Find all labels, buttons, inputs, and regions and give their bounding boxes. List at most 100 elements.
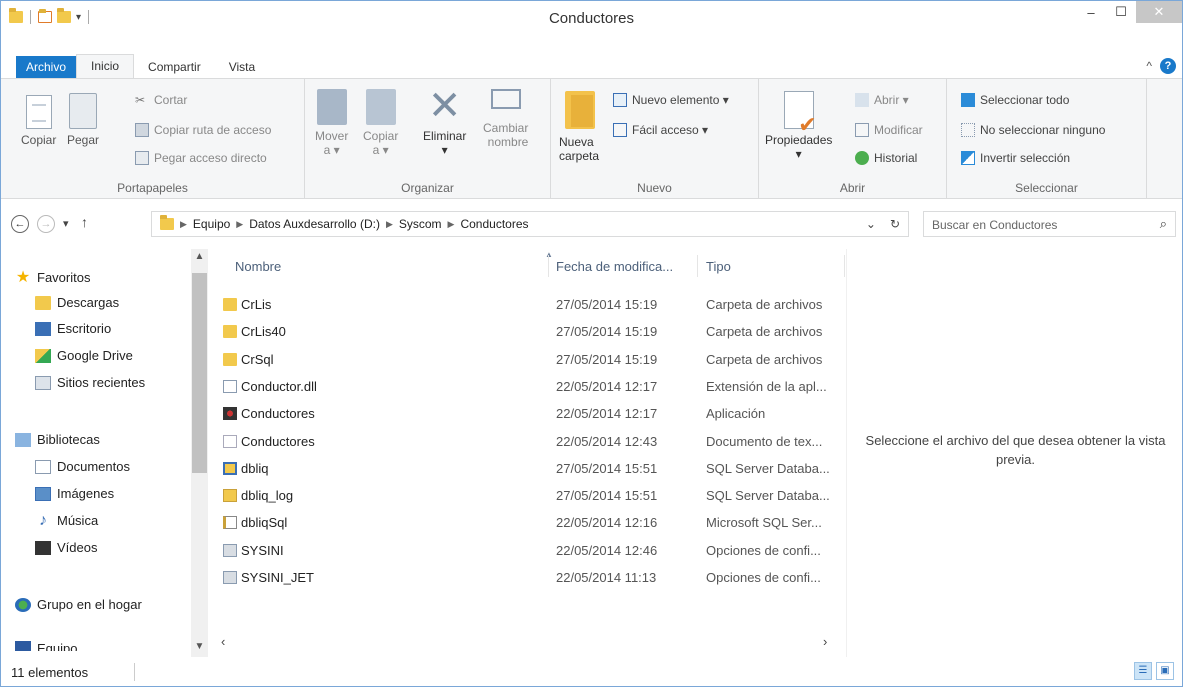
large-icons-view-icon[interactable]: ▣ <box>1156 662 1174 680</box>
new-item-button[interactable]: Nuevo elemento ▾ <box>613 93 729 107</box>
refresh-icon[interactable]: ↻ <box>890 217 900 231</box>
copy-to-button[interactable]: Copiar a ▾ <box>363 89 398 157</box>
nav-escritorio[interactable]: Escritorio <box>35 321 111 336</box>
search-input[interactable]: Buscar en Conductores ⌕ <box>923 211 1176 237</box>
tab-compartir[interactable]: Compartir <box>134 56 215 78</box>
easy-access-icon <box>613 123 627 137</box>
group-label-abrir: Abrir <box>839 181 866 195</box>
table-row[interactable]: Conductores 22/05/2014 12:17 Aplicación <box>215 400 845 426</box>
file-type: SQL Server Databa... <box>706 488 830 504</box>
forward-button[interactable]: → <box>37 215 55 233</box>
nav-favoritos[interactable]: ★ Favoritos <box>15 267 91 287</box>
nav-videos[interactable]: Vídeos <box>35 540 97 555</box>
paste-shortcut-button[interactable]: Pegar acceso directo <box>135 151 267 165</box>
group-label-nuevo: Nuevo <box>637 181 672 195</box>
group-label-seleccionar: Seleccionar <box>1015 181 1078 195</box>
tab-vista[interactable]: Vista <box>215 56 269 78</box>
move-to-icon <box>316 89 347 125</box>
properties-button[interactable]: Propiedades ▾ <box>765 91 832 161</box>
close-button[interactable]: ✕ <box>1136 1 1182 23</box>
maximize-button[interactable]: ☐ <box>1106 1 1136 23</box>
file-date: 22/05/2014 12:17 <box>556 378 658 394</box>
view-buttons: ☰ ▣ <box>1134 662 1174 680</box>
nav-scrollbar-thumb[interactable] <box>192 273 207 473</box>
chevron-right-icon: ▶ <box>236 218 244 229</box>
column-header-type[interactable]: Tipo <box>706 259 731 274</box>
nav-descargas[interactable]: Descargas <box>35 295 119 310</box>
table-row[interactable]: dbliqSql 22/05/2014 12:16 Microsoft SQL Se… <box>215 509 845 535</box>
up-button[interactable]: ↑ <box>81 214 88 230</box>
horizontal-scrollbar[interactable]: ‹ › <box>215 633 845 651</box>
table-row[interactable]: CrLis 27/05/2014 15:19 Carpeta de archivos <box>215 291 845 317</box>
copy-path-button[interactable]: Copiar ruta de acceso <box>135 123 271 137</box>
nav-bibliotecas[interactable]: Bibliotecas <box>15 432 100 447</box>
breadcrumb-equipo[interactable]: Equipo <box>193 217 230 231</box>
nav-scrollbar[interactable]: ▲ ▼ <box>191 249 208 657</box>
table-row[interactable]: Conductores 22/05/2014 12:43 Documento de … <box>215 428 845 454</box>
copy-button[interactable]: Copiar <box>21 95 56 147</box>
tab-inicio[interactable]: Inicio <box>76 54 135 78</box>
rename-button[interactable]: Cambiar nombre <box>483 89 528 149</box>
table-row[interactable]: SYSINI 22/05/2014 12:46 Opciones de confi.… <box>215 537 845 563</box>
search-icon[interactable]: ⌕ <box>1160 216 1167 232</box>
folder-icon <box>223 352 237 366</box>
column-header-date[interactable]: Fecha de modifica... <box>556 259 673 274</box>
open-icon <box>855 93 869 107</box>
collapse-ribbon-icon[interactable]: ^ <box>1146 59 1152 73</box>
select-all-button[interactable]: Seleccionar todo <box>961 93 1069 107</box>
cut-button[interactable]: ✂ Cortar <box>135 93 187 107</box>
group-portapapeles: Copiar Pegar ✂ Cortar Copiar ruta de acc… <box>1 79 305 199</box>
back-button[interactable]: ← <box>11 215 29 233</box>
file-date: 27/05/2014 15:19 <box>556 324 658 340</box>
breadcrumb-syscom[interactable]: Syscom <box>399 217 442 231</box>
nav-musica[interactable]: ♪ Música <box>35 512 98 528</box>
scroll-down-icon[interactable]: ▼ <box>191 641 208 652</box>
tab-archivo[interactable]: Archivo <box>16 56 77 78</box>
file-date: 27/05/2014 15:19 <box>556 297 658 312</box>
nav-sitios-recientes[interactable]: Sitios recientes <box>35 375 145 390</box>
documents-icon <box>35 459 51 474</box>
details-view-icon[interactable]: ☰ <box>1134 662 1152 680</box>
edit-button[interactable]: Modificar <box>855 123 923 137</box>
table-row[interactable]: CrLis40 27/05/2014 15:19 Carpeta de archiv… <box>215 318 845 344</box>
paste-button[interactable]: Pegar <box>67 93 99 147</box>
help-icon[interactable]: ? <box>1160 58 1176 74</box>
select-none-button[interactable]: No seleccionar ninguno <box>961 123 1105 137</box>
invert-selection-icon <box>961 151 975 165</box>
nav-equipo[interactable]: Equipo <box>15 641 77 651</box>
move-to-button[interactable]: Mover a ▾ <box>315 89 348 157</box>
select-none-icon <box>961 123 975 137</box>
nav-imagenes[interactable]: Imágenes <box>35 486 114 501</box>
open-button[interactable]: Abrir ▾ <box>855 93 909 107</box>
table-row[interactable]: CrSql 27/05/2014 15:19 Carpeta de archivos <box>215 346 845 372</box>
table-row[interactable]: dbliq 27/05/2014 15:51 SQL Server Databa..… <box>215 455 845 481</box>
nav-grupo-hogar[interactable]: Grupo en el hogar <box>15 597 142 612</box>
scroll-left-icon[interactable]: ‹ <box>221 634 225 649</box>
address-bar-row: ← → ▾ ↑ ▶ Equipo ▶ Datos Auxdesarrollo (… <box>1 207 1182 241</box>
new-folder-button[interactable]: Nueva carpeta <box>559 91 599 163</box>
table-row[interactable]: Conductor.dll 22/05/2014 12:17 Extensión d… <box>215 373 845 399</box>
folder-icon <box>223 325 237 339</box>
history-button[interactable]: Historial <box>855 151 917 165</box>
address-bar[interactable]: ▶ Equipo ▶ Datos Auxdesarrollo (D:) ▶ Sy… <box>151 211 909 237</box>
column-header-name[interactable]: Nombre <box>235 259 281 274</box>
scroll-right-icon[interactable]: › <box>823 634 827 649</box>
breadcrumb-conductores[interactable]: Conductores <box>460 217 528 231</box>
nav-documentos[interactable]: Documentos <box>35 459 130 474</box>
breadcrumb-drive[interactable]: Datos Auxdesarrollo (D:) <box>249 217 380 231</box>
folder-icon <box>223 298 237 311</box>
recent-locations-icon[interactable]: ▾ <box>63 217 69 230</box>
table-row[interactable]: SYSINI_JET 22/05/2014 11:13 Opciones de co… <box>215 564 845 590</box>
group-label-organizar: Organizar <box>401 181 454 195</box>
videos-icon <box>35 540 51 555</box>
invert-selection-button[interactable]: Invertir selección <box>961 151 1070 165</box>
nav-google-drive[interactable]: Google Drive <box>35 348 133 363</box>
minimize-button[interactable]: – <box>1076 1 1106 23</box>
address-dropdown-icon[interactable]: ⌄ <box>866 217 876 231</box>
table-row[interactable]: dbliq_log 27/05/2014 15:51 SQL Server Data… <box>215 482 845 508</box>
preview-pane-message: Seleccione el archivo del que desea obte… <box>865 433 1166 467</box>
delete-button[interactable]: ✕ Eliminar ▾ <box>423 86 466 157</box>
easy-access-button[interactable]: Fácil acceso ▾ <box>613 123 708 137</box>
properties-icon <box>783 91 817 132</box>
scroll-up-icon[interactable]: ▲ <box>191 251 208 262</box>
